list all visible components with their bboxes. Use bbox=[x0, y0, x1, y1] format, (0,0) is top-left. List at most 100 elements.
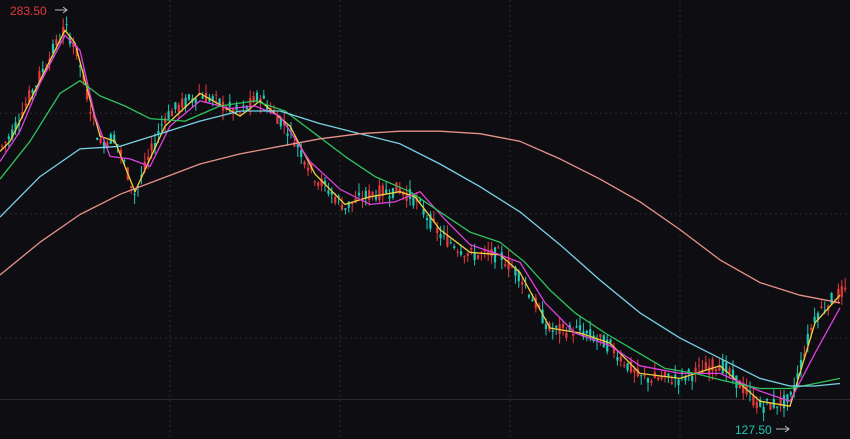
candle-down bbox=[762, 406, 765, 413]
candle-up bbox=[150, 143, 153, 151]
candle-up bbox=[844, 287, 847, 290]
min-arrow-icon bbox=[776, 425, 790, 433]
candle-up bbox=[398, 188, 401, 194]
candle-up bbox=[755, 401, 758, 409]
candle-down bbox=[201, 96, 204, 99]
candle-down bbox=[789, 392, 792, 395]
candle-up bbox=[276, 116, 279, 124]
candle-up bbox=[238, 112, 242, 114]
candle-up bbox=[89, 111, 92, 114]
candle-down bbox=[453, 246, 456, 248]
candle-up bbox=[4, 141, 7, 143]
candle-up bbox=[470, 247, 473, 250]
candle-up bbox=[752, 395, 755, 406]
candle-up bbox=[99, 138, 102, 143]
candle-down bbox=[677, 379, 680, 386]
candle-up bbox=[572, 333, 575, 336]
candle-down bbox=[255, 92, 259, 101]
candle-down bbox=[194, 98, 197, 104]
candle-down bbox=[782, 395, 786, 409]
chart-canvas: 283.50 127.50 bbox=[0, 0, 850, 439]
candle-down bbox=[585, 330, 588, 334]
moving-average-line bbox=[0, 29, 841, 407]
candle-up bbox=[704, 362, 707, 370]
candle-down bbox=[408, 189, 412, 199]
candle-down bbox=[174, 102, 177, 110]
candle-up bbox=[456, 251, 459, 253]
max-price-label: 283.50 bbox=[10, 4, 47, 18]
candle-up bbox=[657, 377, 660, 380]
candle-down bbox=[765, 398, 769, 401]
candle-up bbox=[446, 235, 449, 247]
candle-up bbox=[565, 332, 568, 338]
candle-up bbox=[599, 334, 602, 338]
candle-up bbox=[147, 156, 150, 160]
candle-up bbox=[303, 161, 306, 166]
candle-down bbox=[357, 192, 361, 196]
candle-down bbox=[609, 339, 612, 343]
candle-up bbox=[170, 111, 174, 117]
candle-down bbox=[133, 194, 136, 196]
candle-down bbox=[616, 357, 619, 361]
candles bbox=[0, 16, 847, 422]
candle-up bbox=[561, 324, 565, 328]
candle-down bbox=[123, 160, 126, 162]
candle-up bbox=[371, 191, 374, 197]
candle-up bbox=[663, 371, 667, 377]
candle-down bbox=[555, 326, 558, 328]
candle-down bbox=[300, 150, 303, 157]
candle-down bbox=[640, 375, 643, 377]
candle-down bbox=[527, 294, 531, 298]
candle-down bbox=[813, 316, 816, 323]
candle-down bbox=[551, 330, 554, 332]
candle-down bbox=[211, 96, 214, 100]
min-price-label: 127.50 bbox=[735, 423, 772, 437]
candle-down bbox=[385, 189, 388, 194]
candle-down bbox=[578, 325, 582, 331]
moving-average-line bbox=[0, 130, 841, 304]
candle-up bbox=[711, 359, 714, 371]
max-arrow-icon bbox=[55, 6, 68, 14]
candle-down bbox=[327, 190, 330, 194]
candle-up bbox=[476, 255, 480, 259]
candle-up bbox=[633, 368, 636, 373]
candle-down bbox=[65, 24, 68, 26]
candle-down bbox=[425, 217, 429, 221]
candle-up bbox=[313, 181, 316, 183]
candle-up bbox=[769, 402, 772, 410]
moving-average-lines bbox=[0, 29, 841, 407]
candle-down bbox=[364, 190, 367, 198]
candle-up bbox=[650, 380, 653, 383]
candle-down bbox=[286, 133, 289, 136]
candle-up bbox=[368, 190, 371, 200]
candle-up bbox=[130, 186, 133, 188]
candle-down bbox=[531, 299, 534, 302]
candle-down bbox=[646, 378, 650, 383]
candle-up bbox=[378, 185, 381, 201]
moving-average-line bbox=[0, 80, 841, 390]
candle-up bbox=[643, 375, 646, 377]
candle-up bbox=[334, 197, 337, 203]
candle-down bbox=[388, 196, 391, 199]
candle-down bbox=[7, 136, 10, 140]
candle-up bbox=[497, 247, 500, 249]
candle-up bbox=[317, 182, 320, 186]
candle-up bbox=[24, 103, 27, 106]
candle-down bbox=[626, 363, 629, 371]
candlestick-chart: 283.50 127.50 bbox=[0, 0, 850, 439]
candle-up bbox=[623, 365, 626, 367]
candle-up bbox=[521, 281, 524, 285]
moving-average-line bbox=[0, 34, 841, 402]
candle-down bbox=[473, 252, 476, 261]
candle-up bbox=[177, 104, 180, 112]
candle-down bbox=[776, 406, 779, 408]
candle-up bbox=[619, 356, 622, 362]
candle-down bbox=[544, 324, 548, 329]
candle-up bbox=[181, 98, 184, 108]
moving-average-line bbox=[0, 110, 841, 387]
candle-up bbox=[670, 382, 673, 384]
candle-up bbox=[820, 306, 823, 309]
candle-up bbox=[728, 368, 731, 374]
candle-down bbox=[262, 95, 265, 99]
candle-down bbox=[691, 376, 694, 382]
